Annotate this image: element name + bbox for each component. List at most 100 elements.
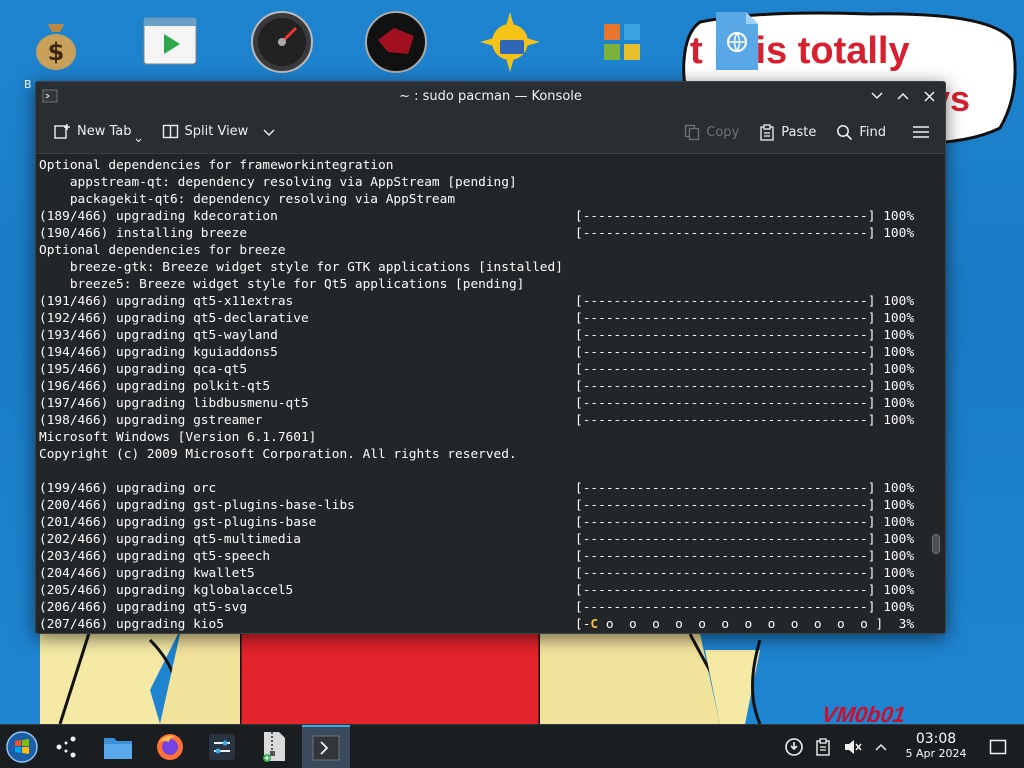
media-player-icon[interactable] — [138, 10, 202, 74]
progress-bar-text: [-------------------------------------] — [575, 379, 876, 394]
package-step: (197/466) upgrading libdbusmenu-qt5 — [39, 396, 309, 411]
red-disc-icon[interactable] — [364, 10, 428, 74]
kde-connect-taskbar-button[interactable] — [44, 725, 88, 768]
progress-percent-value: 3% — [883, 617, 915, 632]
progress-percent-value: 100% — [883, 379, 915, 394]
progress-percent-value: 100% — [883, 481, 915, 496]
progress-line: (204/466) upgrading kwallet5 [-----------… — [39, 565, 945, 582]
hamburger-menu-icon — [913, 126, 929, 138]
pacman-glyph: C — [590, 617, 599, 632]
progress-percent-value: 100% — [883, 600, 915, 615]
progress-bar-text: [-------------------------------------] — [575, 396, 876, 411]
minimize-button[interactable] — [867, 86, 887, 106]
progress-percent-value: 100% — [883, 532, 915, 547]
apps-grid-icon[interactable] — [590, 10, 654, 74]
konsole-taskbar-button[interactable] — [302, 725, 350, 768]
chevron-up-icon — [875, 743, 887, 751]
maximize-button[interactable] — [893, 86, 913, 106]
progress-bar-text: [-------------------------------------] — [575, 413, 876, 428]
package-step: (193/466) upgrading qt5-wayland — [39, 328, 278, 343]
progress-percent-value: 100% — [883, 294, 915, 309]
progress-line: (190/466) installing breeze [------------… — [39, 225, 945, 242]
terminal-scrollbar[interactable] — [932, 534, 940, 554]
progress-percent-value: 100% — [883, 345, 915, 360]
copy-icon — [685, 124, 700, 140]
window-titlebar[interactable]: ~ : sudo pacman — Konsole — [36, 82, 945, 110]
package-step: (194/466) upgrading kguiaddons5 — [39, 345, 278, 360]
desktop-icon-caption: B — [24, 78, 32, 91]
progress-line: (205/466) upgrading kglobalaccel5 [------… — [39, 582, 945, 599]
paste-icon — [760, 123, 774, 141]
progress-line: (202/466) upgrading qt5-multimedia [-----… — [39, 531, 945, 548]
progress-bar-text: [-------------------------------------] — [575, 481, 876, 496]
progress-line: (198/466) upgrading gstreamer [----------… — [39, 412, 945, 429]
terminal-line: Microsoft Windows [Version 6.1.7601] — [39, 430, 317, 445]
terminal-line: appstream-qt: dependency resolving via A… — [39, 175, 517, 190]
copy-button[interactable]: Copy — [679, 117, 744, 147]
document-globe-icon[interactable] — [704, 10, 768, 74]
digital-clock[interactable]: 03:08 5 Apr 2024 — [896, 731, 976, 761]
money-bag-icon[interactable]: $ — [24, 10, 88, 74]
system-tray-expander[interactable] — [866, 725, 896, 768]
paste-button[interactable]: Paste — [754, 117, 821, 147]
terminal-output[interactable]: Optional dependencies for frameworkinteg… — [36, 155, 945, 633]
find-label: Find — [859, 124, 886, 140]
package-step: (207/466) upgrading kio5 — [39, 617, 224, 632]
progress-percent-value: 100% — [883, 583, 915, 598]
show-desktop-button[interactable] — [983, 725, 1013, 768]
svg-text:$: $ — [48, 38, 65, 66]
progress-bar-pellets: o o o o o o o o o o o o ] — [598, 617, 884, 632]
clock-date: 5 Apr 2024 — [905, 747, 967, 760]
chevron-down-icon — [263, 129, 275, 136]
system-settings-taskbar-button[interactable] — [200, 725, 244, 768]
windows-orb-icon — [6, 731, 38, 763]
progress-bar-text: [-------------------------------------] — [575, 498, 876, 513]
start-menu-button[interactable] — [0, 725, 44, 768]
progress-line: (194/466) upgrading kguiaddons5 [--------… — [39, 344, 945, 361]
new-tab-button[interactable]: New Tab — [48, 117, 147, 147]
volume-tray-button[interactable] — [838, 725, 868, 768]
progress-line: (199/466) upgrading orc [----------------… — [39, 480, 945, 497]
close-button[interactable] — [919, 86, 939, 106]
terminal-line: breeze5: Breeze widget style for Qt5 app… — [39, 277, 525, 292]
package-step: (201/466) upgrading gst-plugins-base — [39, 515, 317, 530]
taskbar: 03:08 5 Apr 2024 — [0, 724, 1024, 768]
speedometer-icon[interactable] — [250, 10, 314, 74]
find-button[interactable]: Find — [831, 117, 891, 147]
progress-bar-text: [-------------------------------------] — [575, 532, 876, 547]
package-step: (195/466) upgrading qca-qt5 — [39, 362, 248, 377]
progress-bar-text: [-------------------------------------] — [575, 549, 876, 564]
new-tab-icon — [54, 123, 70, 139]
konsole-window[interactable]: ~ : sudo pacman — Konsole New Tab Split … — [35, 81, 946, 634]
paste-label: Paste — [781, 124, 817, 140]
search-icon — [837, 124, 853, 140]
firefox-taskbar-button[interactable] — [148, 725, 192, 768]
terminal-line: Optional dependencies for breeze — [39, 243, 286, 258]
split-view-button[interactable]: Split View — [157, 117, 282, 147]
updates-tray-button[interactable] — [779, 725, 809, 768]
hamburger-menu-button[interactable] — [907, 117, 935, 147]
progress-percent-value: 100% — [883, 209, 915, 224]
konsole-taskbar-icon — [312, 735, 340, 761]
progress-line: (192/466) upgrading qt5-declarative [----… — [39, 310, 945, 327]
progress-bar-text: [-------------------------------------] — [575, 209, 876, 224]
progress-bar-text: [-------------------------------------] — [575, 600, 876, 615]
progress-bar-text: [-------------------------------------] — [575, 515, 876, 530]
clipboard-icon — [816, 738, 830, 756]
konsole-toolbar: New Tab Split View Copy Paste Find — [36, 110, 945, 154]
file-manager-taskbar-button[interactable] — [96, 725, 140, 768]
progress-percent-value: 100% — [883, 549, 915, 564]
package-step: (191/466) upgrading qt5-x11extras — [39, 294, 294, 309]
package-step: (206/466) upgrading qt5-svg — [39, 600, 248, 615]
progress-line: (206/466) upgrading qt5-svg [------------… — [39, 599, 945, 616]
progress-percent-value: 100% — [883, 328, 915, 343]
update-notifier-icon — [785, 738, 803, 756]
archive-manager-taskbar-button[interactable] — [252, 725, 296, 768]
clipboard-tray-button[interactable] — [808, 725, 838, 768]
folder-icon — [104, 738, 132, 759]
package-step: (190/466) installing breeze — [39, 226, 248, 241]
sun-drive-icon[interactable] — [478, 10, 542, 74]
progress-line: (200/466) upgrading gst-plugins-base-lib… — [39, 497, 945, 514]
konsole-app-icon — [42, 89, 58, 103]
